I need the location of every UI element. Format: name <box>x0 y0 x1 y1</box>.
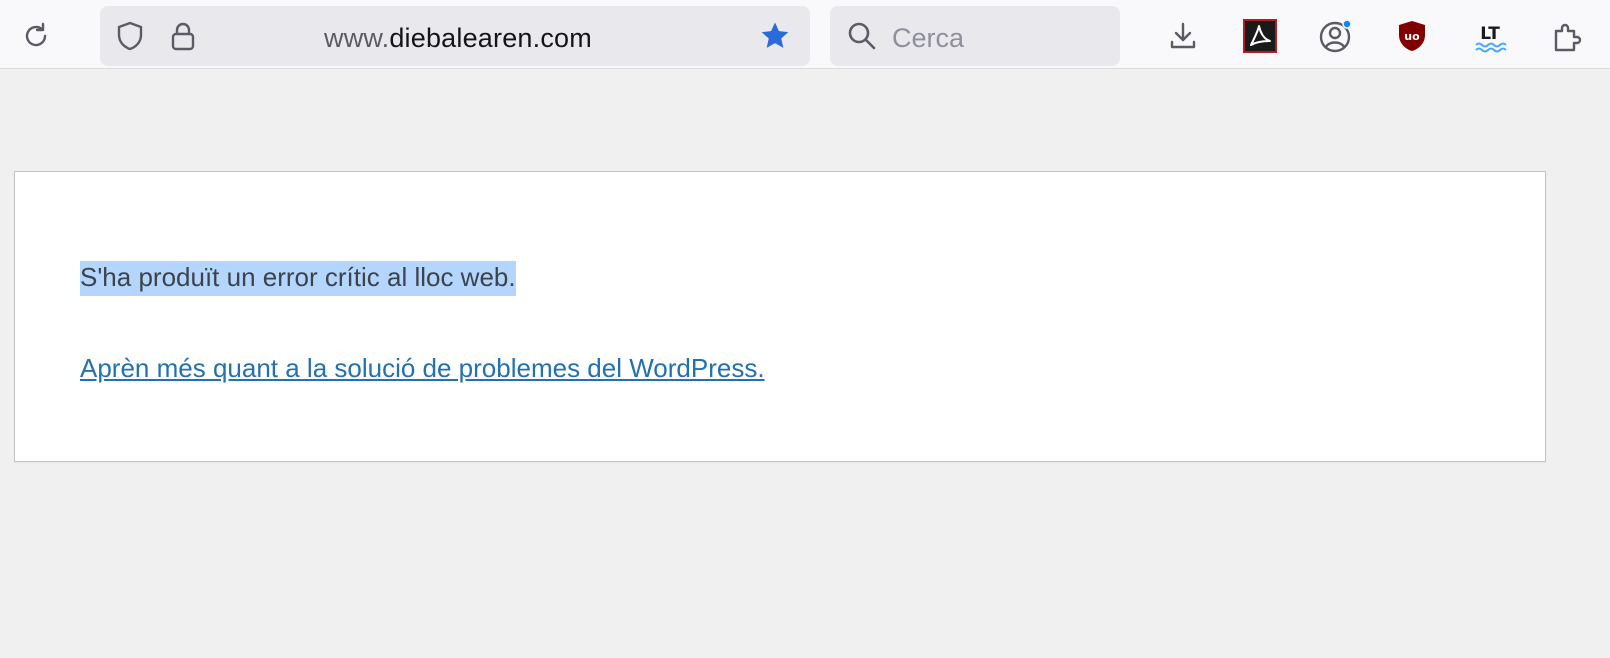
url-bar[interactable]: www.diebalearen.com <box>100 6 810 66</box>
extensions-button[interactable] <box>1548 16 1588 56</box>
search-icon <box>846 20 878 57</box>
ublock-origin-icon: uo <box>1399 21 1425 51</box>
downloads-button[interactable] <box>1163 16 1203 56</box>
account-icon <box>1319 19 1352 53</box>
critical-error-message: S'ha produït un error crític al lloc web… <box>80 261 516 296</box>
browser-toolbar: www.diebalearen.com Cerca uo LT <box>0 0 1610 69</box>
languagetool-icon: LT <box>1475 24 1507 53</box>
adobe-acrobat-extension[interactable] <box>1240 16 1280 56</box>
error-card: S'ha produït un error crític al lloc web… <box>14 171 1546 462</box>
svg-text:LT: LT <box>1480 24 1500 44</box>
svg-text:uo: uo <box>1404 30 1420 43</box>
search-bar[interactable]: Cerca <box>830 6 1120 66</box>
languagetool-extension[interactable]: LT <box>1470 16 1510 56</box>
url-domain: diebalearen.com <box>389 23 592 53</box>
ublock-origin-extension[interactable]: uo <box>1392 16 1432 56</box>
tracking-protection-shield-icon[interactable] <box>113 19 147 53</box>
bookmark-star-icon[interactable] <box>758 19 792 53</box>
url-prefix: www. <box>324 23 390 53</box>
reload-button[interactable] <box>15 15 57 57</box>
url-text[interactable]: www.diebalearen.com <box>324 23 592 54</box>
reload-icon <box>25 22 47 47</box>
adobe-acrobat-icon <box>1243 19 1277 53</box>
account-button[interactable] <box>1316 16 1356 56</box>
wordpress-troubleshooting-link[interactable]: Aprèn més quant a la solució de probleme… <box>80 353 765 384</box>
search-placeholder: Cerca <box>892 23 965 53</box>
lock-icon[interactable] <box>166 19 200 53</box>
extensions-puzzle-icon <box>1554 23 1582 52</box>
download-icon <box>1170 22 1196 49</box>
